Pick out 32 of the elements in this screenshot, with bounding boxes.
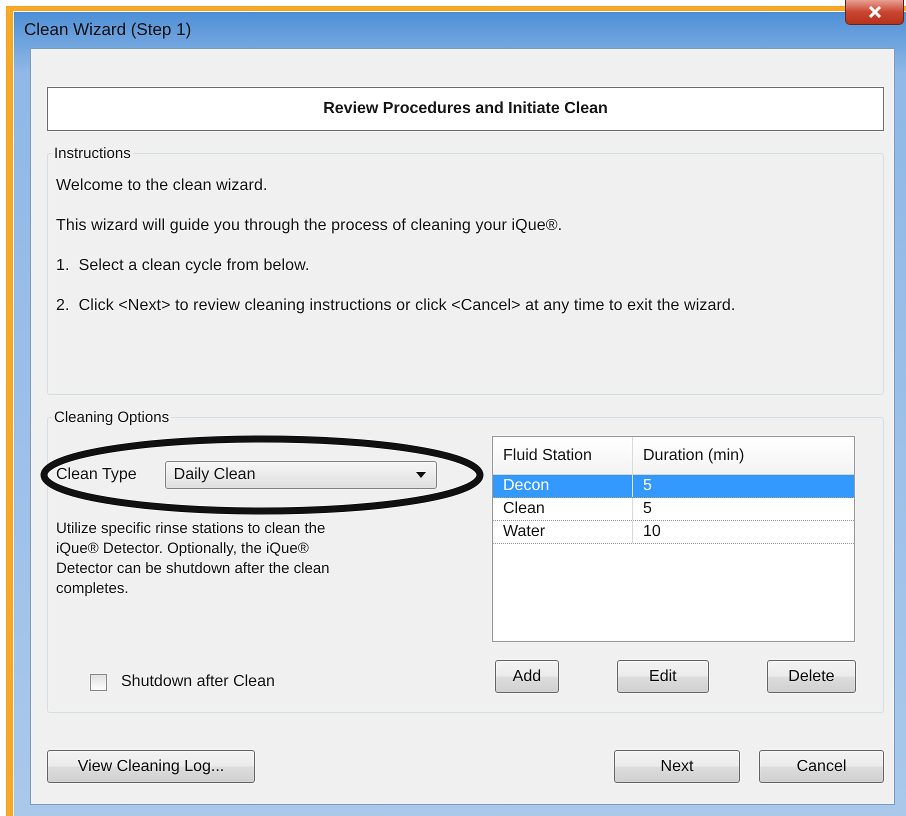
table-cell: Decon bbox=[493, 475, 633, 497]
edit-button[interactable]: Edit bbox=[616, 660, 709, 693]
checkbox[interactable] bbox=[90, 674, 107, 690]
description-text: Utilize specific rinse stations to clean the iQue® Detector. Optionally, the iQue® Detector can be shutdown after the clean completes. bbox=[56, 519, 331, 599]
next-button[interactable]: Next bbox=[614, 750, 740, 783]
column-header[interactable]: Fluid Station bbox=[493, 437, 633, 474]
close-icon bbox=[868, 6, 882, 18]
table-cell-text: 10 bbox=[642, 522, 662, 542]
add-button[interactable]: Add bbox=[495, 660, 559, 693]
clean-type-dropdown[interactable]: Daily Clean bbox=[164, 461, 437, 489]
delete-button[interactable]: Delete bbox=[766, 660, 856, 693]
table-row[interactable]: Water 10 bbox=[493, 521, 854, 544]
instruction-text: 2. Click <Next> to review cleaning instructions or click <Cancel> at any time to exit the wizard. bbox=[56, 296, 736, 316]
table-cell: Water bbox=[493, 521, 633, 543]
view-log-button[interactable]: View Cleaning Log... bbox=[47, 750, 255, 783]
group-legend: Instructions bbox=[52, 145, 133, 162]
table-cell: Clean bbox=[493, 498, 633, 520]
instruction-text: Welcome to the clean wizard. bbox=[56, 176, 268, 196]
column-header[interactable]: Duration (min) bbox=[633, 437, 854, 474]
instruction-text: This wizard will guide you through the process of cleaning your iQue®. bbox=[56, 216, 564, 236]
page-heading: Review Procedures and Initiate Clean bbox=[47, 87, 884, 131]
group-legend: Cleaning Options bbox=[52, 409, 172, 426]
close-button[interactable] bbox=[845, 0, 904, 25]
table-cell-text: 5 bbox=[642, 476, 653, 496]
instruction-text: 1. Select a clean cycle from below. bbox=[56, 256, 310, 276]
table-row[interactable]: Clean 5 bbox=[493, 498, 854, 521]
window-title: Clean Wizard (Step 1) bbox=[24, 20, 192, 40]
caret-icon bbox=[416, 472, 426, 478]
cancel-button[interactable]: Cancel bbox=[759, 750, 884, 783]
checkbox-label: Shutdown after Clean bbox=[121, 673, 275, 691]
field-label: Clean Type bbox=[56, 466, 137, 484]
table-cell-text: 5 bbox=[642, 499, 653, 519]
